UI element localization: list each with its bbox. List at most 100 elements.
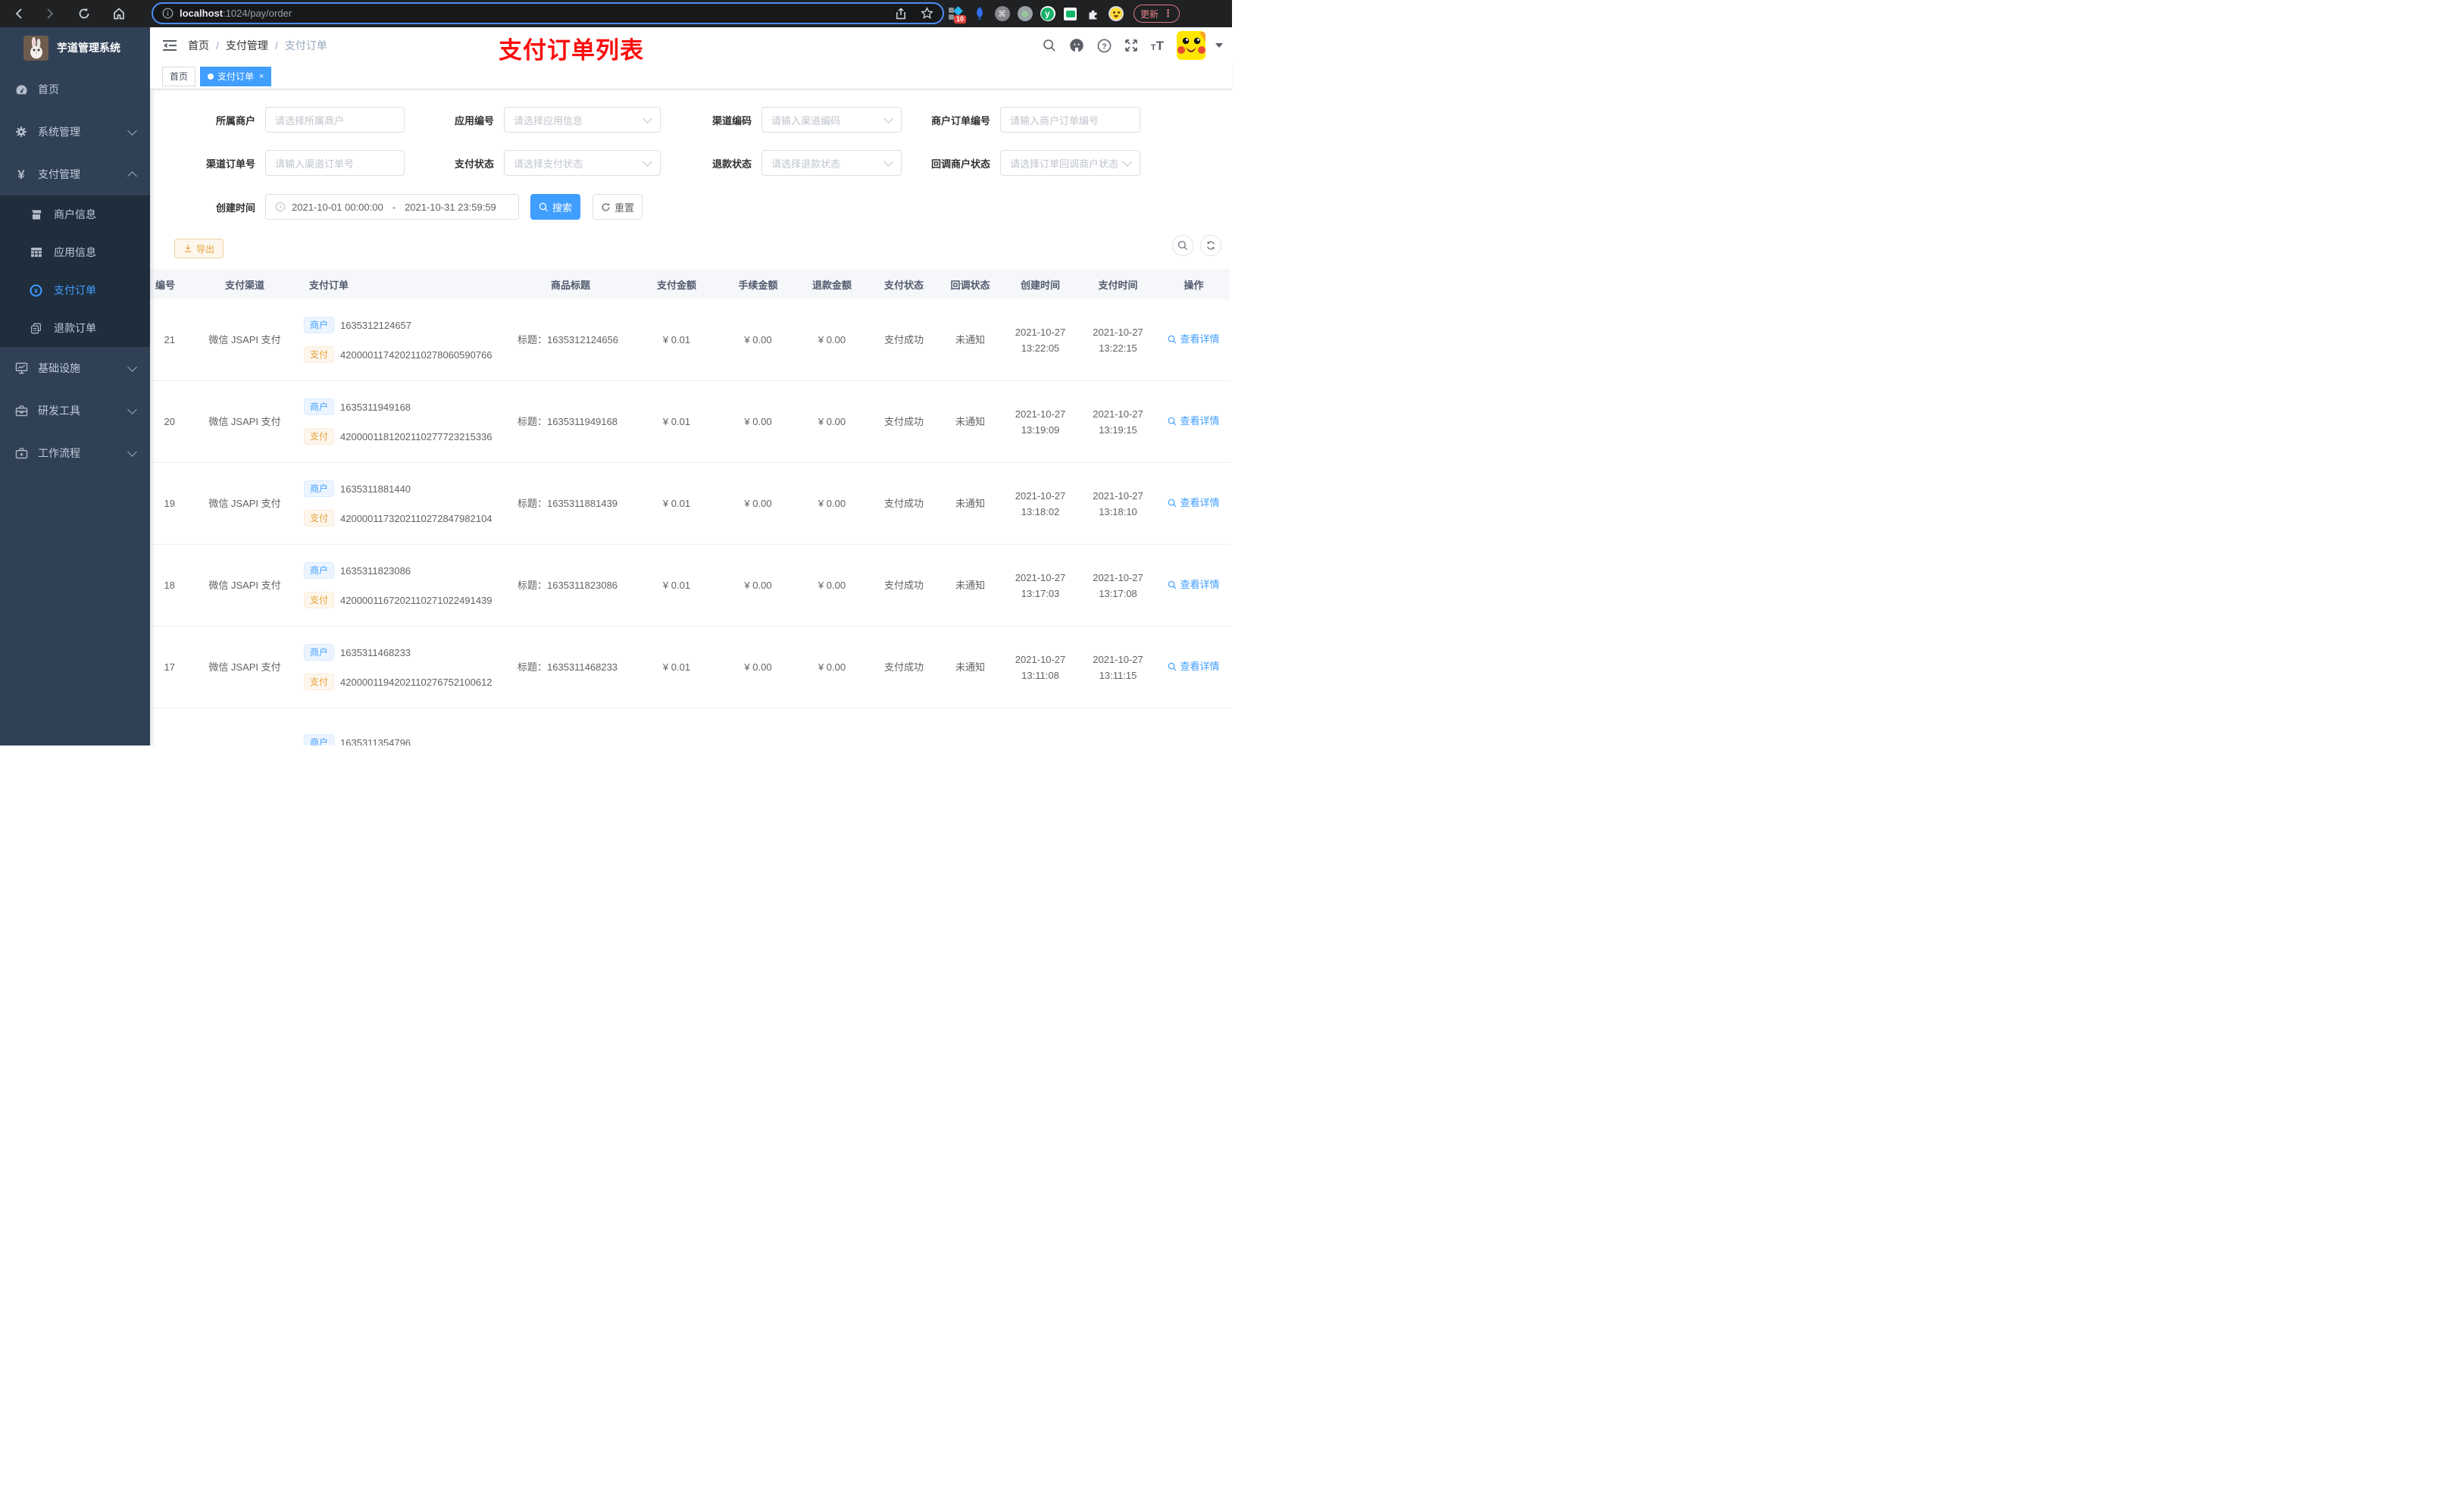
filter-callback-status: 回调商户状态 请选择订单回调商户状态 [874, 150, 1140, 176]
cell-actions: 查看详情 [1158, 331, 1230, 349]
grid-icon [30, 247, 42, 258]
cell-title: 标题：1635311468233 [518, 661, 618, 673]
chevron-down-icon [127, 404, 137, 414]
channel-order-no-input[interactable]: 请输入渠道订单号 [265, 150, 405, 176]
url-text: localhost:1024/pay/order [180, 8, 292, 19]
extension-badge: 10 [954, 14, 967, 23]
browser-forward-icon[interactable] [42, 7, 56, 20]
tab-close-icon[interactable]: × [259, 72, 264, 81]
page-header: 首页 / 支付管理 / 支付订单 支付订单列表 ? TT [150, 27, 1232, 64]
refresh-table-button[interactable] [1200, 235, 1221, 256]
app-logo-row[interactable]: 芋道管理系统 [0, 27, 150, 68]
cell-notify-status: 未通知 [955, 661, 985, 673]
reset-button[interactable]: 重置 [593, 194, 643, 220]
cell-amount: ¥ 0.01 [662, 334, 691, 345]
chevron-up-icon [127, 170, 137, 181]
profile-emoji-icon[interactable] [1108, 6, 1124, 22]
sidebar-item-payment[interactable]: ¥ 支付管理 [0, 153, 150, 195]
cell-pay-channel: 微信 JSAPI 支付 [208, 498, 281, 509]
site-info-icon[interactable] [162, 8, 174, 19]
tab-pay-order[interactable]: 支付订单 × [200, 66, 272, 86]
view-detail-link[interactable]: 查看详情 [1168, 413, 1220, 429]
sidebar-item-home[interactable]: 首页 [0, 68, 150, 111]
extension-command-icon[interactable]: ⌘ [994, 6, 1010, 22]
browser-menu-icon[interactable]: ⋮ [1163, 8, 1173, 20]
merchant-tag: 商户 [304, 480, 335, 497]
export-button[interactable]: 导出 [174, 239, 224, 258]
pay-tag: 支付 [304, 510, 335, 527]
sidebar-item-pay-order[interactable]: ¥ 支付订单 [0, 271, 150, 309]
breadcrumb-current: 支付订单 [284, 39, 327, 52]
browser-back-icon[interactable] [13, 7, 27, 20]
cell-refund: ¥ 0.00 [818, 580, 846, 591]
table-row: 19 微信 JSAPI 支付 商户 1635311881440 支付 42000… [150, 463, 1230, 545]
merchant-order-no-input[interactable]: 请输入商户订单编号 [1000, 107, 1140, 133]
search-icon [1168, 417, 1177, 425]
merchant-order-no: 1635311881440 [340, 483, 411, 495]
cell-pay-time: 2021-10-27 13:17:08 [1093, 571, 1143, 599]
avatar-caret-icon[interactable] [1215, 43, 1223, 48]
sidebar-item-infrastructure[interactable]: 基础设施 [0, 347, 150, 389]
cell-notify-status: 未通知 [955, 580, 985, 591]
browser-home-icon[interactable] [112, 7, 126, 20]
search-icon [1168, 580, 1177, 589]
sidebar-item-app-info[interactable]: 应用信息 [0, 233, 150, 271]
filter-pay-status: 支付状态 请选择支付状态 [389, 150, 661, 176]
browser-update-button[interactable]: 更新 ⋮ [1134, 5, 1180, 23]
pay-status-select[interactable]: 请选择支付状态 [504, 150, 661, 176]
table-row: 17 微信 JSAPI 支付 商户 1635311468233 支付 42000… [150, 627, 1230, 708]
search-icon[interactable] [1043, 39, 1056, 52]
sidebar-item-refund-order[interactable]: 退款订单 [0, 309, 150, 347]
extensions-puzzle-icon[interactable] [1085, 6, 1101, 22]
sidebar-item-workflow[interactable]: 工作流程 [0, 432, 150, 474]
orders-table: 编号 支付渠道 支付订单 商品标题 支付金额 手续金额 退款金额 支付状态 回调… [150, 269, 1232, 746]
extension-y-icon[interactable]: y [1040, 6, 1055, 22]
cell-pay-time: 2021-10-27 13:19:15 [1093, 408, 1143, 436]
date-range-input[interactable]: 2021-10-01 00:00:00 - 2021-10-31 23:59:5… [265, 194, 519, 220]
github-icon[interactable] [1069, 38, 1084, 53]
cell-title: 标题：1635311823086 [518, 580, 618, 591]
cell-fee: ¥ 0.00 [744, 580, 772, 591]
merchant-order-no: 1635311823086 [340, 564, 411, 577]
view-detail-link[interactable]: 查看详情 [1168, 495, 1220, 511]
view-detail-link[interactable]: 查看详情 [1168, 658, 1220, 674]
merchant-select[interactable]: 请选择所属商户 [265, 107, 405, 133]
browser-reload-icon[interactable] [77, 7, 91, 20]
help-icon[interactable]: ? [1097, 39, 1112, 53]
callback-status-select[interactable]: 请选择订单回调商户状态 [1000, 150, 1140, 176]
sidebar-item-dev-tools[interactable]: 研发工具 [0, 389, 150, 432]
payment-submenu: 商户信息 应用信息 ¥ 支付订单 退款订单 [0, 195, 150, 347]
sidebar-item-merchant-info[interactable]: 商户信息 [0, 195, 150, 233]
merchant-order-no: 1635311949168 [340, 401, 411, 413]
cell-pay-order: 商户 1635311881440 支付 42000011732021102728… [298, 480, 510, 527]
shop-icon [30, 209, 42, 220]
cell-pay-time: 2021-10-27 13:11:15 [1093, 653, 1143, 681]
browser-toolbar: localhost:1024/pay/order 10 ⌘ y 更新 ⋮ [0, 0, 1232, 27]
extension-chat-icon[interactable] [1062, 6, 1078, 22]
font-size-icon[interactable]: TT [1151, 39, 1164, 52]
view-detail-link[interactable]: 查看详情 [1168, 577, 1220, 592]
tab-home[interactable]: 首页 [162, 66, 196, 86]
extension-diamond-icon[interactable]: 10 [949, 5, 967, 23]
extension-balloon-icon[interactable] [971, 6, 987, 22]
breadcrumb-pay[interactable]: 支付管理 [226, 38, 268, 53]
fullscreen-icon[interactable] [1124, 39, 1138, 52]
sidebar-fold-icon[interactable] [163, 39, 177, 52]
avatar[interactable] [1177, 31, 1205, 60]
toggle-search-button[interactable] [1172, 235, 1193, 256]
cell-pay-channel: 微信 JSAPI 支付 [208, 661, 281, 673]
sidebar-item-system[interactable]: 系统管理 [0, 111, 150, 153]
breadcrumb-home[interactable]: 首页 [188, 38, 209, 53]
bookmark-star-icon[interactable] [921, 7, 933, 20]
extension-dot-icon[interactable] [1017, 6, 1033, 22]
url-bar[interactable]: localhost:1024/pay/order [152, 2, 944, 24]
cell-fee: ¥ 0.00 [744, 498, 772, 509]
view-detail-link[interactable]: 查看详情 [1168, 331, 1220, 347]
cell-refund: ¥ 0.00 [818, 416, 846, 427]
cell-create-time: 2021-10-27 13:11:08 [1015, 653, 1066, 681]
cell-pay-channel: 微信 JSAPI 支付 [208, 416, 281, 427]
search-button[interactable]: 搜索 [530, 194, 580, 220]
date-start: 2021-10-01 00:00:00 [292, 201, 383, 213]
share-icon[interactable] [895, 7, 907, 20]
app-select[interactable]: 请选择应用信息 [504, 107, 661, 133]
